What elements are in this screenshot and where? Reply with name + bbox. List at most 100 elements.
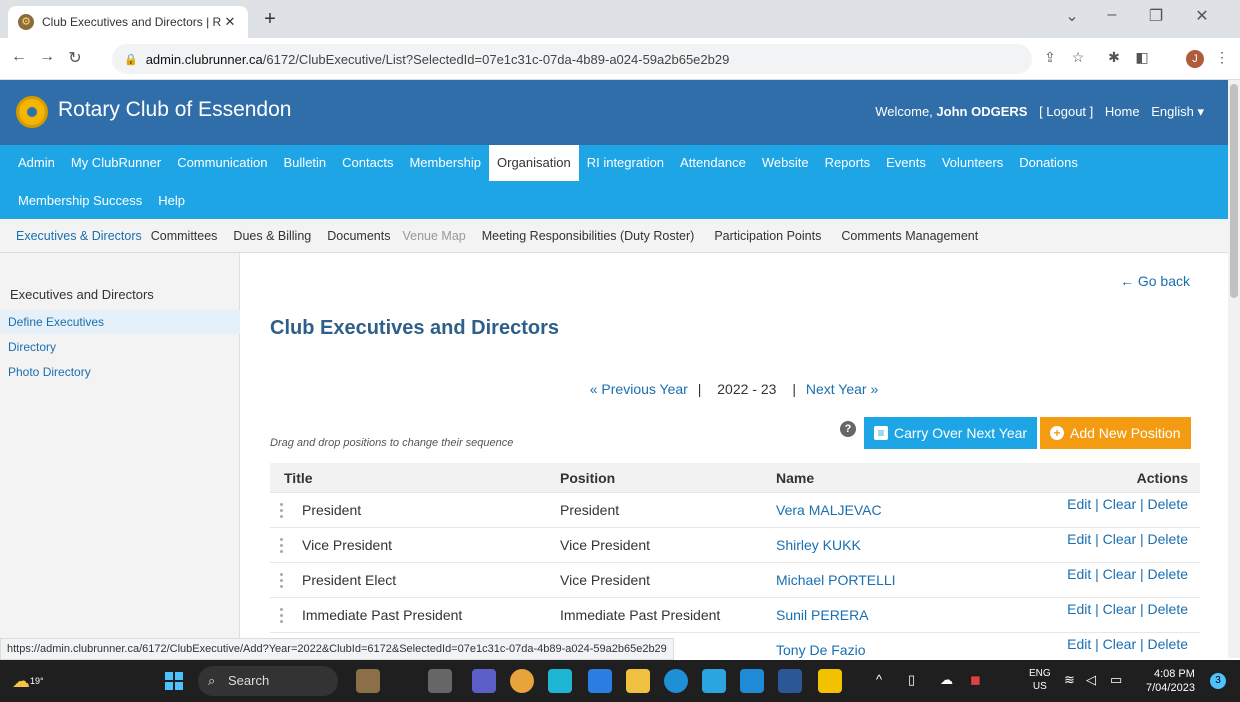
menu-item-help[interactable]: Help (150, 183, 193, 219)
tab-dues-billing[interactable]: Dues & Billing (233, 219, 327, 252)
rotary-logo (16, 96, 48, 128)
row-name-link[interactable]: Vera MALJEVAC (776, 493, 882, 528)
row-actions[interactable]: Edit | Clear | Delete (1067, 559, 1188, 589)
window-close-icon[interactable]: ✕ (1190, 6, 1214, 26)
weather-widget[interactable]: ☁19° (12, 668, 44, 694)
edge-icon[interactable] (664, 669, 688, 693)
home-link[interactable]: Home (1105, 104, 1140, 119)
restore-icon[interactable]: ❐ (1144, 6, 1168, 26)
tab-meeting-responsibilities[interactable]: Meeting Responsibilities (Duty Roster) (482, 219, 715, 252)
help-icon[interactable]: ? (840, 421, 856, 437)
store-icon[interactable] (702, 669, 726, 693)
row-actions[interactable]: Edit | Clear | Delete (1067, 524, 1188, 554)
carry-over-button[interactable]: ≡ Carry Over Next Year (864, 417, 1038, 449)
table-row[interactable]: President Elect Vice President Michael P… (270, 563, 1200, 598)
row-name-link[interactable]: Sunil PERERA (776, 598, 869, 633)
current-year: 2022 - 23 (717, 381, 777, 397)
row-name-link[interactable]: Michael PORTELLI (776, 563, 896, 598)
mail-icon[interactable] (740, 669, 764, 693)
side-nav-photo-directory[interactable]: Photo Directory (0, 360, 240, 384)
battery-icon[interactable]: ▭ (1110, 672, 1122, 688)
previous-year-link[interactable]: « Previous Year (590, 381, 688, 397)
menu-item-membership[interactable]: Membership (401, 145, 489, 181)
profile-avatar[interactable]: J (1186, 50, 1204, 68)
warning-app-icon[interactable] (818, 669, 842, 693)
security-shield-icon[interactable]: ◼ (970, 672, 981, 688)
usb-icon[interactable]: ▯ (908, 672, 915, 688)
menu-item-ri-integration[interactable]: RI integration (579, 145, 672, 181)
side-nav-directory[interactable]: Directory (0, 335, 240, 359)
volume-icon[interactable]: ◁ (1086, 672, 1096, 688)
menu-item-donations[interactable]: Donations (1011, 145, 1086, 181)
clock[interactable]: 4:08 PM 7/04/2023 (1146, 667, 1195, 695)
menu-item-organisation[interactable]: Organisation (489, 145, 579, 181)
minimize-icon[interactable]: – (1100, 6, 1124, 24)
menu-item-membership-success[interactable]: Membership Success (10, 183, 150, 219)
language-indicator[interactable]: ENG US (1029, 667, 1051, 693)
sidepanel-icon[interactable]: ◧ (1132, 49, 1152, 66)
tab-committees[interactable]: Committees (151, 219, 234, 252)
reload-icon[interactable]: ↻ (64, 48, 86, 68)
news-widget-icon[interactable] (356, 669, 380, 693)
add-new-position-button[interactable]: + Add New Position (1040, 417, 1191, 449)
tab-venue-map[interactable]: Venue Map (402, 219, 481, 252)
table-row[interactable]: Vice President Vice President Shirley KU… (270, 528, 1200, 563)
drag-handle-icon[interactable] (280, 608, 284, 624)
browser-tab[interactable]: ⚙ Club Executives and Directors | R ✕ (8, 6, 248, 38)
back-icon[interactable]: ← (8, 48, 30, 66)
tab-documents[interactable]: Documents (327, 219, 402, 252)
table-row[interactable]: Immediate Past President Immediate Past … (270, 598, 1200, 633)
menu-dots-icon[interactable]: ⋮ (1212, 49, 1232, 66)
onedrive-icon[interactable]: ☁ (940, 672, 953, 688)
next-year-link[interactable]: Next Year » (806, 381, 878, 397)
chrome-icon[interactable] (510, 669, 534, 693)
menu-item-admin[interactable]: Admin (10, 145, 63, 181)
table-row[interactable]: President President Vera MALJEVAC Edit |… (270, 493, 1200, 528)
menu-item-volunteers[interactable]: Volunteers (934, 145, 1011, 181)
go-back-link[interactable]: ← Go back (1120, 273, 1190, 289)
menu-item-attendance[interactable]: Attendance (672, 145, 754, 181)
lock-icon: 🔒 (124, 53, 138, 66)
close-icon[interactable]: ✕ (222, 14, 238, 30)
menu-item-events[interactable]: Events (878, 145, 934, 181)
windows-start-icon[interactable] (165, 672, 183, 690)
tab-comments-management[interactable]: Comments Management (841, 219, 987, 252)
power-automate-icon[interactable] (588, 669, 612, 693)
menu-item-contacts[interactable]: Contacts (334, 145, 401, 181)
menu-item-my-clubrunner[interactable]: My ClubRunner (63, 145, 169, 181)
logout-link[interactable]: [ Logout ] (1039, 104, 1093, 119)
extensions-icon[interactable]: ✱ (1104, 49, 1124, 66)
word-icon[interactable] (778, 669, 802, 693)
menu-item-website[interactable]: Website (754, 145, 817, 181)
wifi-icon[interactable]: ≋ (1064, 672, 1075, 688)
row-actions[interactable]: Edit | Clear | Delete (1067, 489, 1188, 519)
taskbar-search[interactable]: ⌕ Search (198, 666, 338, 696)
bookmark-star-icon[interactable]: ☆ (1068, 49, 1088, 66)
language-dropdown[interactable]: English ▾ (1151, 104, 1204, 119)
side-nav-define-executives[interactable]: Define Executives (0, 310, 240, 334)
share-icon[interactable]: ⇪ (1040, 49, 1060, 66)
row-actions[interactable]: Edit | Clear | Delete (1067, 594, 1188, 624)
notification-badge[interactable]: 3 (1210, 673, 1226, 689)
drag-handle-icon[interactable] (280, 538, 284, 554)
menu-item-communication[interactable]: Communication (169, 145, 275, 181)
tab-search-icon[interactable]: ⌄ (1060, 6, 1084, 26)
copilot-icon[interactable] (548, 669, 572, 693)
new-tab-button[interactable]: + (258, 8, 282, 31)
menu-item-bulletin[interactable]: Bulletin (276, 145, 335, 181)
url-field[interactable]: 🔒 admin.clubrunner.ca/6172/ClubExecutive… (112, 44, 1032, 74)
drag-handle-icon[interactable] (280, 573, 284, 589)
forward-icon[interactable]: → (36, 48, 58, 66)
teams-chat-icon[interactable] (472, 669, 496, 693)
tab-executives-directors[interactable]: Executives & Directors (16, 219, 151, 252)
row-actions[interactable]: Edit | Clear | Delete (1067, 629, 1188, 659)
scrollbar-thumb[interactable] (1230, 84, 1238, 298)
file-explorer-icon[interactable] (626, 669, 650, 693)
vertical-scrollbar[interactable] (1228, 80, 1240, 658)
drag-handle-icon[interactable] (280, 503, 284, 519)
tray-chevron-icon[interactable]: ^ (876, 672, 882, 687)
menu-item-reports[interactable]: Reports (817, 145, 879, 181)
task-view-icon[interactable] (428, 669, 452, 693)
row-name-link[interactable]: Shirley KUKK (776, 528, 861, 563)
tab-participation-points[interactable]: Participation Points (714, 219, 841, 252)
